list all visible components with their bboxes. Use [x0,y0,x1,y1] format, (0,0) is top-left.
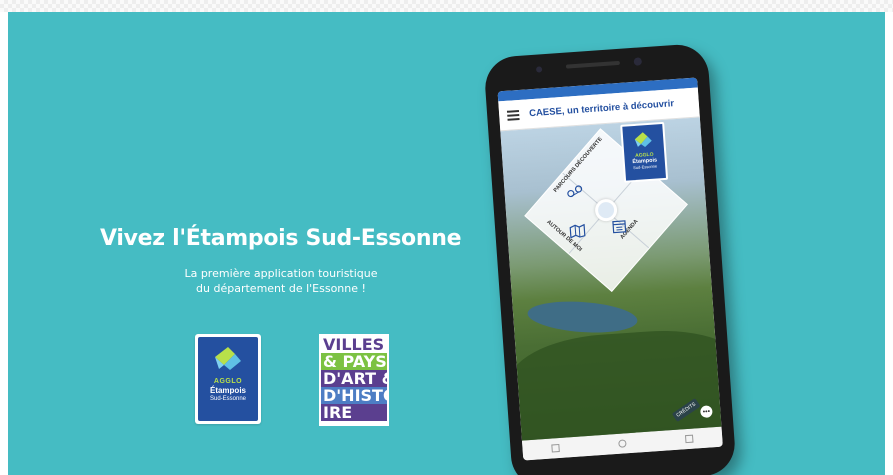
subheadline-line-1: La première application touristique [184,267,378,280]
back-nav-icon[interactable] [551,443,561,453]
route-icon [567,185,583,198]
sensor-icon [535,66,543,73]
hamburger-menu-icon[interactable] [506,109,520,121]
villes-pays-art-histoire-logo: VILLES & PAYS D'ART & D'HISTO IRE [319,334,389,426]
vah-line-2: & PAYS [321,353,387,370]
agglo-logo-line3: Sud-Essonne [209,396,247,402]
app-title: CAESE, un territoire à découvrir [528,98,675,120]
promo-banner: Vivez l'Étampois Sud-Essonne La première… [8,12,885,475]
agglo-logo-line1: AGGLO [213,378,243,385]
agglo-logo-line2: Étampois [209,386,246,395]
app-agglo-logo: AGGLO Étampois Sud-Essonne [620,121,669,183]
phone-mockup: CAESE, un territoire à découvrir PARCOUR… [483,42,737,475]
map-icon [569,223,586,239]
phone-screen: CAESE, un territoire à découvrir PARCOUR… [497,77,723,461]
transparency-strip [0,0,893,12]
lake [526,298,639,336]
home-nav-icon[interactable] [618,439,627,448]
agglo-etampois-logo: AGGLO Étampois Sud-Essonne [195,334,261,424]
recents-nav-icon[interactable] [684,434,694,444]
vah-line-3: D'ART & [321,370,387,387]
calendar-icon [612,220,627,234]
vah-line-5: IRE [321,404,387,421]
headline: Vivez l'Étampois Sud-Essonne [100,226,462,251]
aerial-landscape-photo: PARCOURS DÉCOUVERTE AUTOUR DE MOI AGENDA [500,117,722,441]
speaker-grille [565,60,620,69]
agglo-mark-icon [215,347,241,370]
vah-line-1: VILLES [321,336,387,353]
app-logo-line3: Sud-Essonne [633,163,658,171]
subheadline-line-2: du département de l'Essonne ! [196,282,366,295]
forest [505,324,722,441]
vah-line-4: D'HISTO [321,387,387,404]
agglo-mark-icon [634,132,652,148]
front-camera-icon [633,57,643,66]
